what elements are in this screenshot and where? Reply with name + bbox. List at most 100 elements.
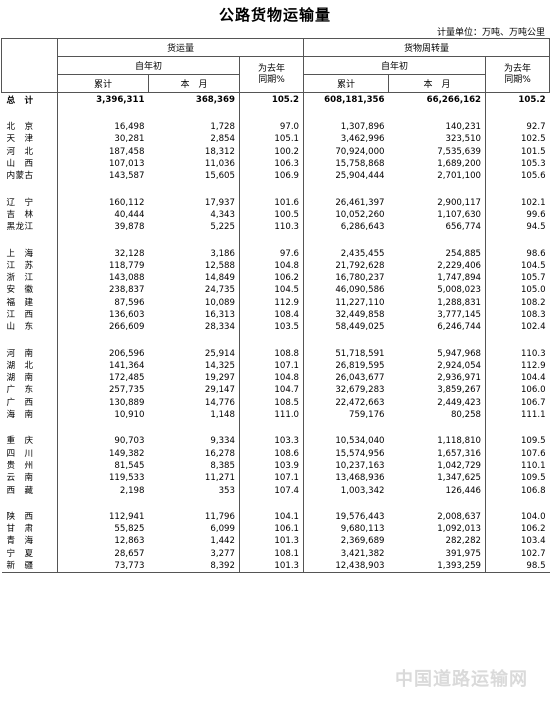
table-row: 湖 南 172,485 19,297 104.8 26,043,677 2,936,971… [2,372,550,385]
cell-turnover-month: 391,975 [445,548,482,559]
cell-freight-month: 3,186 [210,248,235,259]
cell-turnover-month: 2,924,054 [437,360,482,371]
cell-freight-month: 2,854 [210,134,235,145]
cell-turnover-month: 6,246,744 [437,322,482,333]
cell-freight-month: 1,148 [210,410,235,421]
cell-freight-cumulative: 55,825 [57,523,149,536]
cell-freight-cumulative: 12,863 [57,535,149,548]
cell-freight-cumulative: 81,545 [57,459,149,473]
unit-note: 计量单位：万吨、万吨公里 [436,28,545,38]
cell-turnover-yoy: 105.0 [485,284,550,297]
cell-freight-yoy: 104.8 [238,372,304,385]
cell-turnover-cumulative: 15,758,868 [303,157,389,171]
province-name: 吉 林 [6,209,34,220]
watermark-logo: 中国道路运输网 [395,665,528,691]
total-freight-month: 368,369 [148,92,240,107]
cell-freight-cumulative: 257,735 [57,384,149,397]
cell-freight-month: 24,735 [204,285,235,296]
cell-freight-month: 15,605 [204,171,235,182]
cell-turnover-cumulative: 19,576,443 [303,510,389,524]
province-name: 甘 肃 [6,524,34,535]
cell-turnover-yoy: 106.7 [485,396,550,409]
cell-turnover-month: 254,885 [445,248,482,259]
cell-freight-yoy: 103.9 [238,459,304,473]
header-freight-yoy-bottom: 同期% [258,74,285,85]
cell-freight-cumulative: 118,779 [57,259,149,272]
cell-turnover-month: 7,535,639 [437,146,482,157]
cell-turnover-month: 656,774 [445,222,482,233]
cell-freight-month: 14,776 [204,397,235,408]
cell-freight-cumulative: 90,703 [57,435,149,448]
cell-freight-yoy: 103.3 [238,435,304,448]
cell-turnover-cumulative: 2,435,455 [303,247,389,260]
cell-freight-cumulative: 107,013 [57,157,149,171]
cell-turnover-yoy: 108.2 [485,296,550,309]
cell-turnover-yoy: 102.1 [485,196,550,209]
cell-turnover-month: 2,900,117 [437,197,482,208]
table-row: 北 京 16,498 1,728 97.0 1,307,896 140,231 92.7 [2,121,550,134]
cell-turnover-yoy: 102.4 [485,321,550,334]
province-name: 重 庆 [6,436,34,447]
cell-turnover-yoy: 106.2 [485,523,550,536]
cell-turnover-yoy: 108.3 [485,308,550,322]
cell-freight-month: 6,099 [210,524,235,535]
table-row: 黑龙江 39,878 5,225 110.3 6,286,643 656,774 94.5 [2,221,550,234]
cell-turnover-yoy: 112.9 [485,359,550,373]
cell-freight-month: 14,849 [204,273,235,284]
cell-turnover-yoy: 102.5 [485,133,550,146]
cell-turnover-cumulative: 51,718,591 [303,347,389,360]
cell-freight-month: 11,796 [204,511,235,522]
page-title: 公路货物运输量 [218,6,331,24]
watermark-text: 中国道路运输网 [395,669,528,690]
table-row: 新 疆 73,773 8,392 101.3 12,438,903 1,393,259 98… [1,559,550,574]
cell-freight-cumulative: 73,773 [57,559,149,574]
cell-turnover-yoy: 111.1 [485,408,550,422]
cell-turnover-yoy: 94.5 [485,221,550,234]
cell-freight-cumulative: 32,128 [57,247,149,260]
cell-turnover-cumulative: 10,237,163 [303,459,389,473]
cell-turnover-month: 1,347,625 [437,473,482,484]
table-row: 天 津 30,281 2,854 105.1 3,462,996 323,510 102.5 [2,133,550,146]
header-freight-yoy: 为去年 同期% [238,56,305,93]
cell-turnover-yoy: 106.8 [485,484,550,497]
cell-turnover-month: 2,701,100 [437,171,482,182]
header-freight: 货运量 [56,38,305,57]
cell-freight-yoy: 108.4 [238,308,304,322]
cell-freight-cumulative: 130,889 [57,396,149,409]
cell-freight-yoy: 108.6 [238,447,304,460]
cell-turnover-yoy: 102.7 [485,547,550,560]
cell-turnover-yoy: 106.0 [485,384,550,397]
cell-turnover-cumulative: 13,468,936 [303,472,389,485]
cell-turnover-month: 1,393,259 [388,559,486,574]
group-spacer [2,496,550,511]
cell-turnover-yoy: 104.5 [485,259,550,272]
cell-freight-yoy: 111.0 [238,408,304,422]
province-name: 宁 夏 [6,548,34,559]
cell-turnover-month: 1,288,831 [437,297,482,308]
cell-turnover-month: 5,947,968 [437,348,482,359]
cell-turnover-month: 2,449,423 [437,397,482,408]
cell-freight-yoy: 110.3 [238,221,304,234]
cell-freight-month: 11,271 [204,473,235,484]
cell-freight-cumulative: 119,533 [57,472,149,485]
cell-freight-yoy: 108.1 [238,547,304,560]
cell-turnover-cumulative: 70,924,000 [303,145,389,158]
cell-freight-yoy: 108.8 [238,347,304,360]
cell-freight-yoy: 106.9 [238,170,304,183]
cell-freight-cumulative: 172,485 [57,372,149,385]
cell-turnover-month: 323,510 [445,134,482,145]
table-row: 内蒙古 143,587 15,605 106.9 25,904,444 2,701,100… [2,170,550,183]
province-name: 上 海 [6,248,34,259]
province-name: 辽 宁 [6,197,34,208]
cell-turnover-cumulative: 15,574,956 [303,447,389,460]
cell-freight-month: 14,325 [204,360,235,371]
cell-freight-month: 1,442 [210,536,235,547]
cell-freight-month: 9,334 [210,436,235,447]
table-row: 重 庆 90,703 9,334 103.3 10,534,040 1,118,810 10… [2,435,550,448]
cell-freight-cumulative: 143,587 [57,170,149,183]
table-row: 陕 西 112,941 11,796 104.1 19,576,443 2,008,637… [2,510,550,524]
cell-freight-yoy: 104.5 [238,284,304,297]
table-row: 江 西 136,603 16,313 108.4 32,449,858 3,777,145… [2,308,550,322]
table-row: 上 海 32,128 3,186 97.6 2,435,455 254,885 98.6 [2,247,550,260]
cell-turnover-cumulative: 25,904,444 [303,170,389,183]
